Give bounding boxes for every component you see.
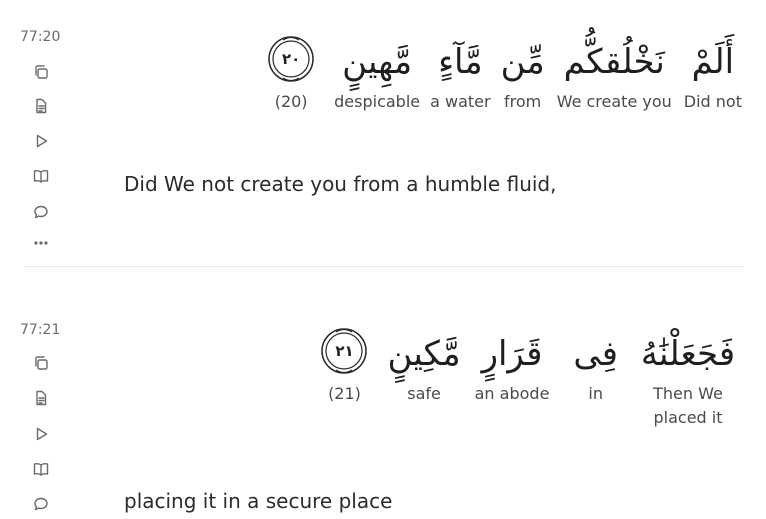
verse-key[interactable]: 77:20: [20, 29, 60, 45]
ayah-medallion-icon: ٢١: [319, 326, 369, 376]
tafsir-icon: [36, 98, 47, 114]
word-translation: a water: [430, 92, 491, 111]
copy-button[interactable]: [31, 62, 51, 82]
word-translation: despicable: [334, 92, 421, 111]
verse-translation: placing it in a secure place: [124, 489, 393, 513]
marker-label: (21): [328, 384, 361, 403]
copy-button[interactable]: [31, 353, 51, 373]
book-icon: [33, 463, 49, 476]
word[interactable]: قَرَارٍ an abode: [475, 326, 550, 430]
play-button[interactable]: [31, 424, 51, 444]
verse-key[interactable]: 77:21: [20, 322, 60, 338]
word-translation: Then We placed it: [653, 384, 723, 427]
reflect-button[interactable]: [31, 166, 51, 186]
book-icon: [33, 170, 49, 183]
marker-number: ٢١: [335, 342, 354, 360]
word-translation: We create you: [556, 92, 672, 111]
word-arabic: مَّكِينٍ: [387, 334, 461, 374]
copy-icon: [35, 356, 48, 370]
play-icon: [36, 134, 48, 148]
word-arabic: أَلَمْ: [691, 42, 735, 82]
reflect-button[interactable]: [31, 459, 51, 479]
word[interactable]: نَخْلُقكُّم We create you: [557, 34, 672, 114]
word-arabic: مَّآءٍ: [438, 42, 483, 82]
word[interactable]: مَّهِينٍ despicable: [334, 34, 420, 114]
word-arabic: مِّن: [500, 42, 545, 82]
word[interactable]: مَّكِينٍ safe: [387, 326, 460, 430]
word-arabic: فَجَعَلْنَٰهُ: [640, 334, 736, 374]
word[interactable]: أَلَمْ Did not: [684, 34, 742, 114]
comment-icon: [34, 497, 48, 511]
word[interactable]: فِى in: [573, 326, 618, 430]
copy-icon: [35, 65, 48, 79]
marker-label: (20): [274, 92, 308, 111]
word-by-word-row: أَلَمْ Did not نَخْلُقكُّم We create you…: [266, 34, 742, 114]
play-button[interactable]: [31, 131, 51, 151]
comment-button[interactable]: [31, 202, 51, 222]
word-arabic: مَّهِينٍ: [342, 42, 413, 82]
word-arabic: فِى: [573, 334, 618, 374]
comment-button[interactable]: [31, 494, 51, 514]
word-translation: Did not: [683, 92, 742, 111]
verse-translation: Did We not create you from a humble flui…: [124, 172, 557, 196]
verse-77-20: 77:20 أَلَمْ Did not نَخْلُقكُّم We crea…: [0, 0, 766, 266]
comment-icon: [34, 205, 48, 219]
ayah-medallion-icon: ٢٠: [266, 34, 316, 84]
word-translation: an abode: [474, 384, 550, 403]
verse-77-21: 77:21 فَجَعَلْنَٰهُ Then We placed it فِ…: [0, 268, 766, 519]
word-by-word-row: فَجَعَلْنَٰهُ Then We placed it فِى in ق…: [319, 326, 736, 430]
more-button[interactable]: [31, 233, 51, 253]
word-arabic: نَخْلُقكُّم: [563, 42, 665, 82]
marker-number: ٢٠: [281, 50, 301, 68]
word-translation: from: [504, 92, 542, 111]
verse-end-marker: ٢١ (21): [319, 326, 369, 430]
word-translation: safe: [407, 384, 441, 403]
word-arabic: قَرَارٍ: [481, 334, 543, 374]
tafsir-button[interactable]: [31, 96, 51, 116]
divider: [24, 266, 744, 267]
word-translation: in: [588, 384, 603, 403]
verse-end-marker: ٢٠ (20): [266, 34, 316, 114]
tafsir-icon: [36, 390, 47, 406]
word[interactable]: مَّآءٍ a water: [430, 34, 490, 114]
more-icon: [34, 241, 48, 245]
word[interactable]: مِّن from: [501, 34, 545, 114]
play-icon: [36, 427, 48, 441]
tafsir-button[interactable]: [31, 388, 51, 408]
word[interactable]: فَجَعَلْنَٰهُ Then We placed it: [640, 326, 736, 430]
